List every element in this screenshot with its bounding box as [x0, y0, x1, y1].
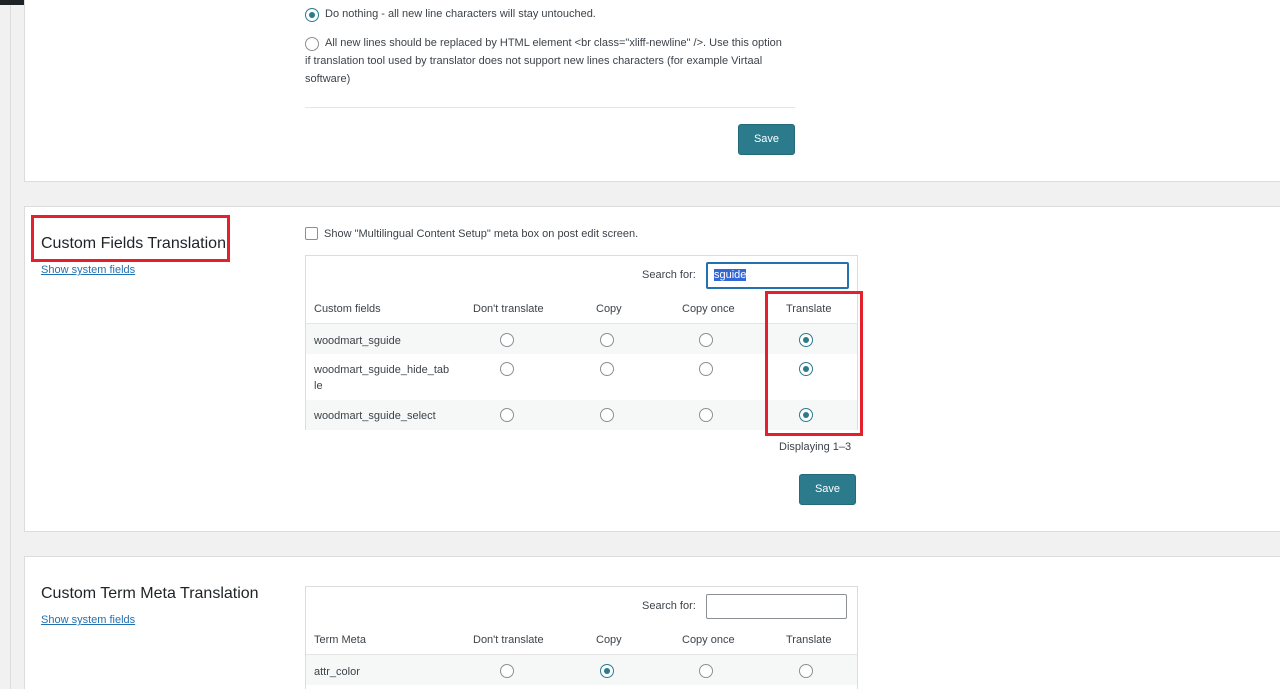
col-header-term-meta: Term Meta	[314, 634, 366, 646]
radio-dont-translate[interactable]	[500, 333, 514, 347]
field-name: woodmart_sguide	[314, 335, 401, 347]
left-divider	[10, 5, 11, 689]
newline-save-button[interactable]: Save	[738, 124, 795, 155]
radio-copy-once[interactable]	[699, 408, 713, 422]
col-header-dont-translate: Don't translate	[473, 303, 544, 315]
col-header-copy: Copy	[596, 634, 622, 646]
metabox-checkbox[interactable]	[305, 227, 318, 240]
newline-divider	[305, 107, 795, 108]
radio-translate[interactable]	[799, 664, 813, 678]
radio-dont-translate[interactable]	[500, 664, 514, 678]
radio-dont-translate[interactable]	[500, 408, 514, 422]
radio-dont-translate[interactable]	[500, 362, 514, 376]
radio-copy[interactable]	[600, 664, 614, 678]
term-meta-panel: Custom Term Meta Translation Show system…	[24, 556, 1280, 689]
radio-copy-once[interactable]	[699, 664, 713, 678]
col-header-copy-once: Copy once	[682, 634, 735, 646]
radio-copy[interactable]	[600, 362, 614, 376]
search-input[interactable]	[706, 594, 847, 619]
search-input-value: sguide	[714, 269, 747, 281]
custom-fields-title: Custom Fields Translation	[41, 235, 226, 252]
displaying-count: Displaying 1–3	[779, 441, 852, 453]
metabox-checkbox-label: Show "Multilingual Content Setup" meta b…	[324, 228, 639, 240]
term-meta-table: Search for: Term Meta Don't translate Co…	[305, 586, 858, 689]
field-name: attr_color	[314, 666, 360, 678]
radio-replace-newlines[interactable]	[305, 37, 319, 51]
col-header-copy: Copy	[596, 303, 622, 315]
field-name-wrap: le	[314, 380, 323, 392]
radio-do-nothing[interactable]	[305, 8, 319, 22]
table-row	[306, 655, 857, 685]
option-do-nothing-label: Do nothing - all new line characters wil…	[325, 8, 596, 20]
search-label: Search for:	[642, 600, 696, 612]
term-meta-title: Custom Term Meta Translation	[41, 585, 259, 602]
show-system-fields-link[interactable]: Show system fields	[41, 614, 135, 626]
col-header-translate: Translate	[786, 303, 832, 315]
col-header-copy-once: Copy once	[682, 303, 735, 315]
custom-fields-save-button[interactable]: Save	[799, 474, 856, 505]
radio-copy-once[interactable]	[699, 333, 713, 347]
col-header-translate: Translate	[786, 634, 832, 646]
radio-copy-once[interactable]	[699, 362, 713, 376]
radio-translate[interactable]	[799, 362, 813, 376]
show-system-fields-link[interactable]: Show system fields	[41, 264, 135, 276]
col-header-custom-fields: Custom fields	[314, 303, 381, 315]
newline-settings-panel: Do nothing - all new line characters wil…	[24, 0, 1280, 182]
radio-copy[interactable]	[600, 333, 614, 347]
option-replace-label-line2: if translation tool used by translator d…	[305, 55, 763, 67]
radio-translate[interactable]	[799, 333, 813, 347]
radio-copy[interactable]	[600, 408, 614, 422]
search-label: Search for:	[642, 269, 696, 281]
field-name: woodmart_sguide_select	[314, 410, 436, 422]
radio-translate[interactable]	[799, 408, 813, 422]
custom-fields-panel: Custom Fields Translation Show system fi…	[24, 206, 1280, 532]
col-header-dont-translate: Don't translate	[473, 634, 544, 646]
field-name: woodmart_sguide_hide_tab	[314, 364, 450, 376]
custom-fields-table: Search for: sguide Custom fields Don't t…	[305, 255, 858, 430]
search-input[interactable]: sguide	[706, 262, 849, 289]
option-replace-label-line3: software)	[305, 73, 351, 85]
option-replace-label-line1: All new lines should be replaced by HTML…	[325, 37, 782, 49]
